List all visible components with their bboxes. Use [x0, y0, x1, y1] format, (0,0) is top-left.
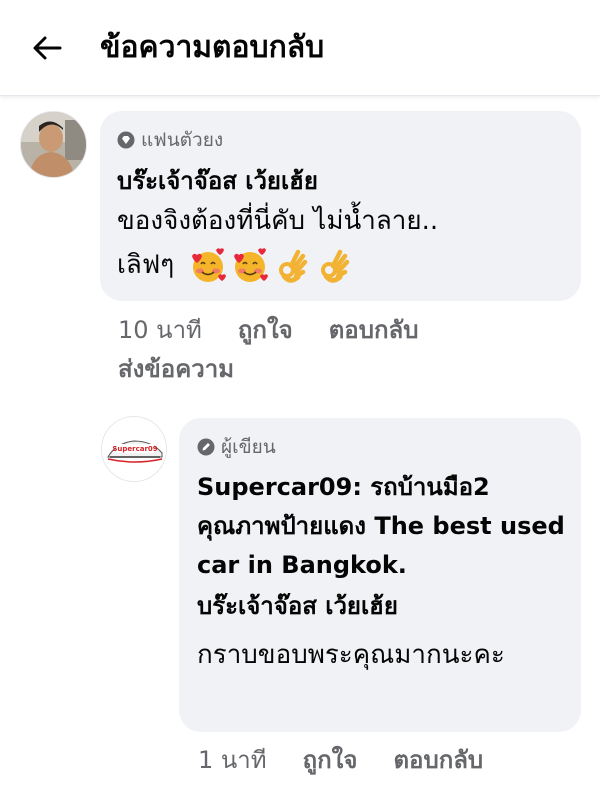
- page-title: ข้อความตอบกลับ: [100, 30, 325, 65]
- comment-text: ของจิงต้องที่นี่คับ ไม่น้ำลาย.. เลิฟๆ: [117, 199, 567, 287]
- ok-hand-icon: [321, 249, 350, 283]
- back-button[interactable]: [22, 26, 72, 70]
- person-photo-icon: [21, 112, 86, 177]
- comment-bubble[interactable]: แฟนตัวยง บร๊ะเจ้าจ๊อส เว้ยเฮ้ย ของจิงต้อ…: [100, 111, 581, 301]
- author-badge: ผู้เขียน: [197, 432, 276, 462]
- pencil-icon: [197, 438, 215, 456]
- badge-label: แฟนตัวยง: [141, 129, 224, 151]
- emoji-row: [188, 246, 354, 286]
- ok-hand-icon: [279, 249, 308, 283]
- send-message-button[interactable]: ส่งข้อความ: [118, 349, 234, 388]
- diamond-icon: [117, 131, 135, 149]
- comment-author[interactable]: บร๊ะเจ้าจ๊อส เว้ยเฮ้ย: [117, 161, 318, 200]
- reply-actions: 1 นาที ถูกใจ ตอบกลับ: [198, 740, 519, 779]
- like-button[interactable]: ถูกใจ: [238, 310, 293, 349]
- supercar-logo-icon: Supercar09: [102, 417, 166, 481]
- page-avatar[interactable]: Supercar09: [101, 416, 167, 482]
- comment-text-line: ของจิงต้องที่นี่คับ ไม่น้ำลาย..: [117, 206, 439, 236]
- comment-text-line2: เลิฟๆ: [117, 250, 175, 280]
- comment-actions: 10 นาที ถูกใจ ตอบกลับ: [118, 310, 454, 349]
- comment-actions-secondary: ส่งข้อความ: [118, 349, 270, 388]
- reply-timestamp: 1 นาที: [198, 746, 267, 774]
- top-fan-badge: แฟนตัวยง: [117, 125, 223, 155]
- smiling-face-with-hearts-icon: [234, 247, 269, 282]
- reply-bubble[interactable]: ผู้เขียน Supercar09: รถบ้านมือ2 คุณภาพป้…: [179, 418, 581, 732]
- commenter-avatar[interactable]: [20, 111, 87, 178]
- app-header: ข้อความตอบกลับ: [0, 0, 600, 96]
- comment-text-line: เลิฟๆ: [117, 243, 567, 287]
- reply-text: กราบขอบพระคุณมากนะคะ: [197, 640, 505, 670]
- reply-author[interactable]: Supercar09: รถบ้านมือ2 คุณภาพป้ายแดง The…: [197, 468, 567, 585]
- reply-button[interactable]: ตอบกลับ: [393, 740, 483, 779]
- reply-button[interactable]: ตอบกลับ: [329, 310, 419, 349]
- badge-label: ผู้เขียน: [221, 436, 276, 458]
- mentioned-user[interactable]: บร๊ะเจ้าจ๊อส เว้ยเฮ้ย: [197, 586, 398, 625]
- smiling-face-with-hearts-icon: [192, 247, 227, 282]
- like-button[interactable]: ถูกใจ: [303, 740, 358, 779]
- comment-timestamp: 10 นาที: [118, 316, 202, 344]
- back-arrow-icon: [33, 36, 62, 60]
- logo-text: Supercar09: [112, 445, 157, 453]
